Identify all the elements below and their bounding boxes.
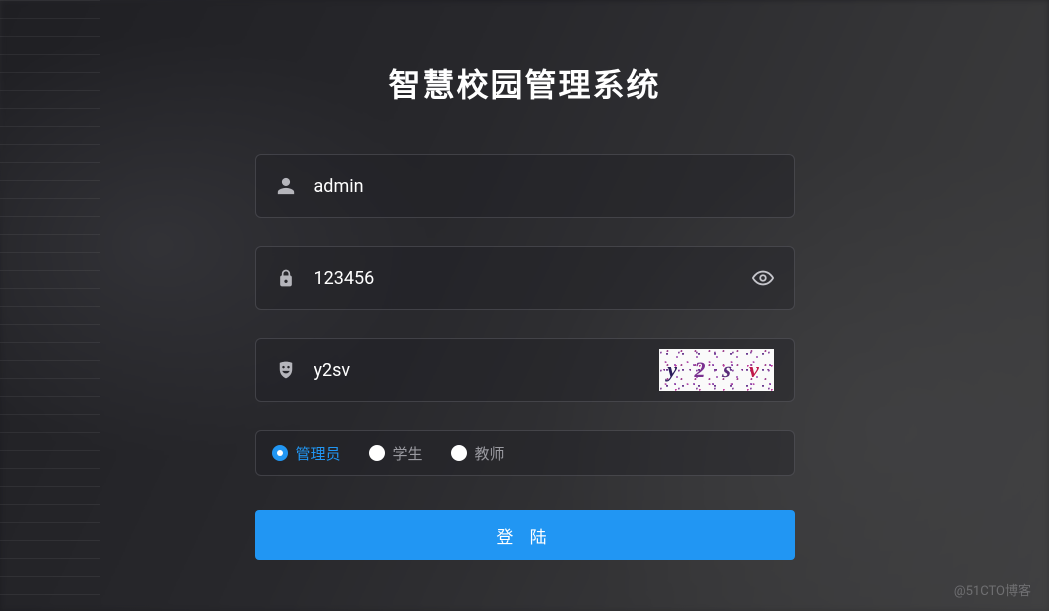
- role-radio-group: 管理员 学生 教师: [255, 430, 795, 476]
- username-input[interactable]: [314, 176, 774, 197]
- login-container: 智慧校园管理系统 y 2 s v: [0, 0, 1049, 611]
- password-input[interactable]: [314, 268, 734, 289]
- user-icon: [276, 176, 296, 196]
- shield-face-icon: [276, 360, 296, 380]
- radio-unchecked-icon: [451, 445, 467, 461]
- role-label-teacher: 教师: [475, 443, 505, 464]
- captcha-row: y 2 s v: [255, 338, 795, 402]
- role-radio-admin[interactable]: 管理员: [272, 443, 341, 464]
- eye-icon[interactable]: [752, 267, 774, 289]
- captcha-image[interactable]: y 2 s v: [659, 349, 774, 391]
- page-title: 智慧校园管理系统: [388, 60, 660, 106]
- username-row: [255, 154, 795, 218]
- radio-checked-icon: [272, 445, 288, 461]
- role-label-student: 学生: [393, 443, 423, 464]
- lock-icon: [276, 268, 296, 288]
- role-label-admin: 管理员: [296, 443, 341, 464]
- watermark: @51CTO博客: [954, 580, 1031, 599]
- captcha-input[interactable]: [314, 360, 641, 381]
- role-radio-student[interactable]: 学生: [369, 443, 423, 464]
- role-radio-teacher[interactable]: 教师: [451, 443, 505, 464]
- login-form: y 2 s v 管理员 学生 教师 登 陆: [255, 154, 795, 560]
- password-row: [255, 246, 795, 310]
- captcha-image-text: y 2 s v: [667, 357, 765, 383]
- login-button[interactable]: 登 陆: [255, 510, 795, 560]
- radio-unchecked-icon: [369, 445, 385, 461]
